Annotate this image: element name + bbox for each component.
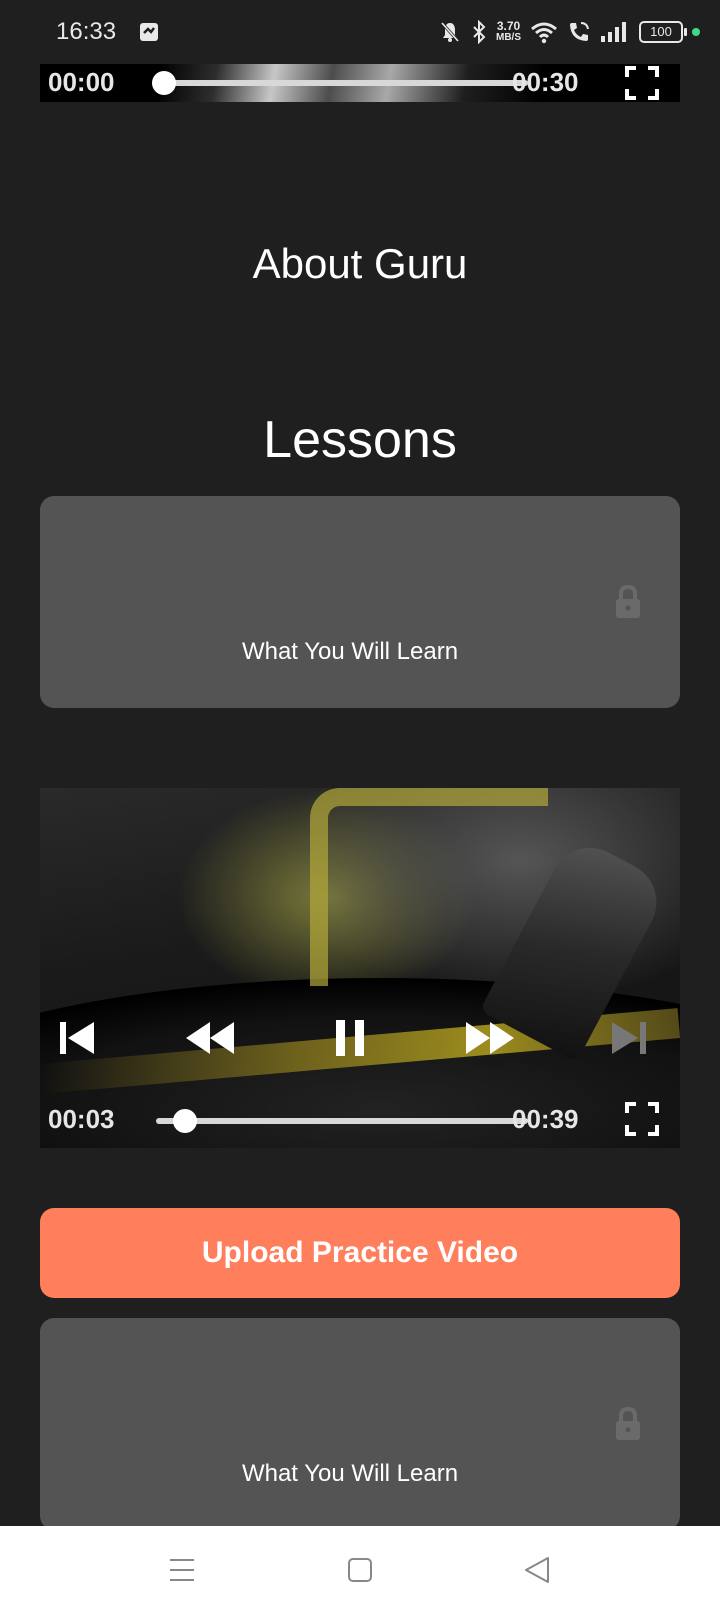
fast-forward-icon[interactable] [462, 1014, 518, 1062]
skip-next-icon[interactable] [604, 1014, 660, 1062]
skip-previous-icon[interactable] [48, 1014, 104, 1062]
wifi-icon [531, 22, 557, 44]
network-speed: 3.70 MB/S [496, 20, 521, 44]
top-player-seekbar[interactable] [152, 80, 528, 86]
about-heading: About Guru [252, 240, 468, 287]
upload-practice-video-button[interactable]: Upload Practice Video [40, 1208, 680, 1298]
video-duration: 00:39 [512, 1104, 579, 1134]
status-icons: 3.70 MB/S 100 [438, 16, 700, 48]
status-time: 16:33 [56, 18, 117, 45]
fullscreen-icon[interactable] [624, 65, 660, 101]
wifi-calling-icon [570, 22, 589, 41]
mute-icon [440, 22, 460, 42]
pause-icon[interactable] [322, 1014, 378, 1062]
status-dot [692, 28, 700, 36]
system-navigation-bar [0, 1526, 720, 1612]
lock-icon [616, 584, 640, 618]
lesson-title: What You Will Learn [241, 1460, 459, 1487]
fullscreen-icon[interactable] [624, 1101, 660, 1137]
lessons-heading: Lessons [263, 411, 457, 469]
lock-icon [616, 1406, 640, 1440]
bluetooth-icon [473, 20, 486, 44]
lesson-title: What You Will Learn [241, 638, 459, 665]
back-icon[interactable] [522, 1554, 554, 1586]
status-bar: 16:33 3.70 MB/S 100 [0, 0, 720, 64]
video-elapsed: 00:03 [48, 1104, 115, 1134]
video-player[interactable]: 00:03 00:39 [40, 788, 680, 1148]
lesson-card[interactable]: What You Will Learn [40, 496, 680, 708]
top-video-player[interactable]: 00:00 00:30 [40, 64, 680, 102]
menu-icon[interactable] [166, 1554, 198, 1586]
battery-icon: 100 [639, 21, 687, 43]
video-seekbar[interactable] [156, 1118, 528, 1124]
lesson-card[interactable]: What You Will Learn [40, 1318, 680, 1530]
rewind-icon[interactable] [182, 1014, 238, 1062]
top-player-duration: 00:30 [512, 67, 579, 97]
network-speed-unit: MB/S [496, 32, 521, 43]
network-speed-value: 3.70 [496, 19, 521, 33]
signal-icon [601, 22, 626, 42]
video-seek-handle[interactable] [172, 1109, 197, 1133]
home-icon[interactable] [344, 1554, 376, 1586]
top-player-seek-handle[interactable] [152, 71, 176, 95]
top-player-elapsed: 00:00 [48, 67, 115, 97]
app-notification-icon [140, 23, 158, 41]
